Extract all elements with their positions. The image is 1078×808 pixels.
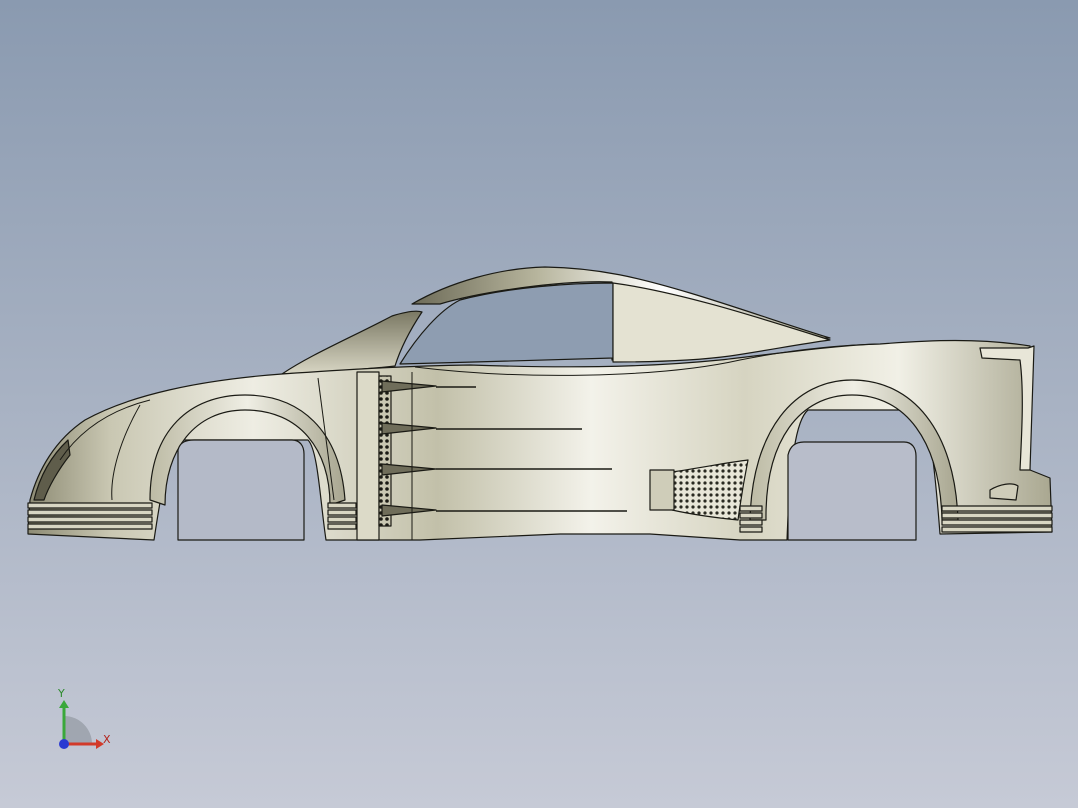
triad-x-label: X <box>103 733 111 746</box>
rear-wheel-opening <box>787 441 917 541</box>
triad-y-label: Y <box>58 687 65 700</box>
front-wheel-opening <box>177 439 305 541</box>
rear-intake-frame <box>649 469 675 511</box>
view-orientation-triad[interactable]: X Y <box>44 684 134 764</box>
triad-plane-arc <box>64 716 92 744</box>
b-pillar <box>356 371 380 541</box>
graphics-viewport[interactable]: X Y <box>0 0 1078 808</box>
triad-y-arrow <box>59 700 69 708</box>
car-body-model[interactable] <box>0 0 1078 808</box>
triad-z-axis <box>59 739 69 749</box>
side-vent <box>378 375 392 527</box>
